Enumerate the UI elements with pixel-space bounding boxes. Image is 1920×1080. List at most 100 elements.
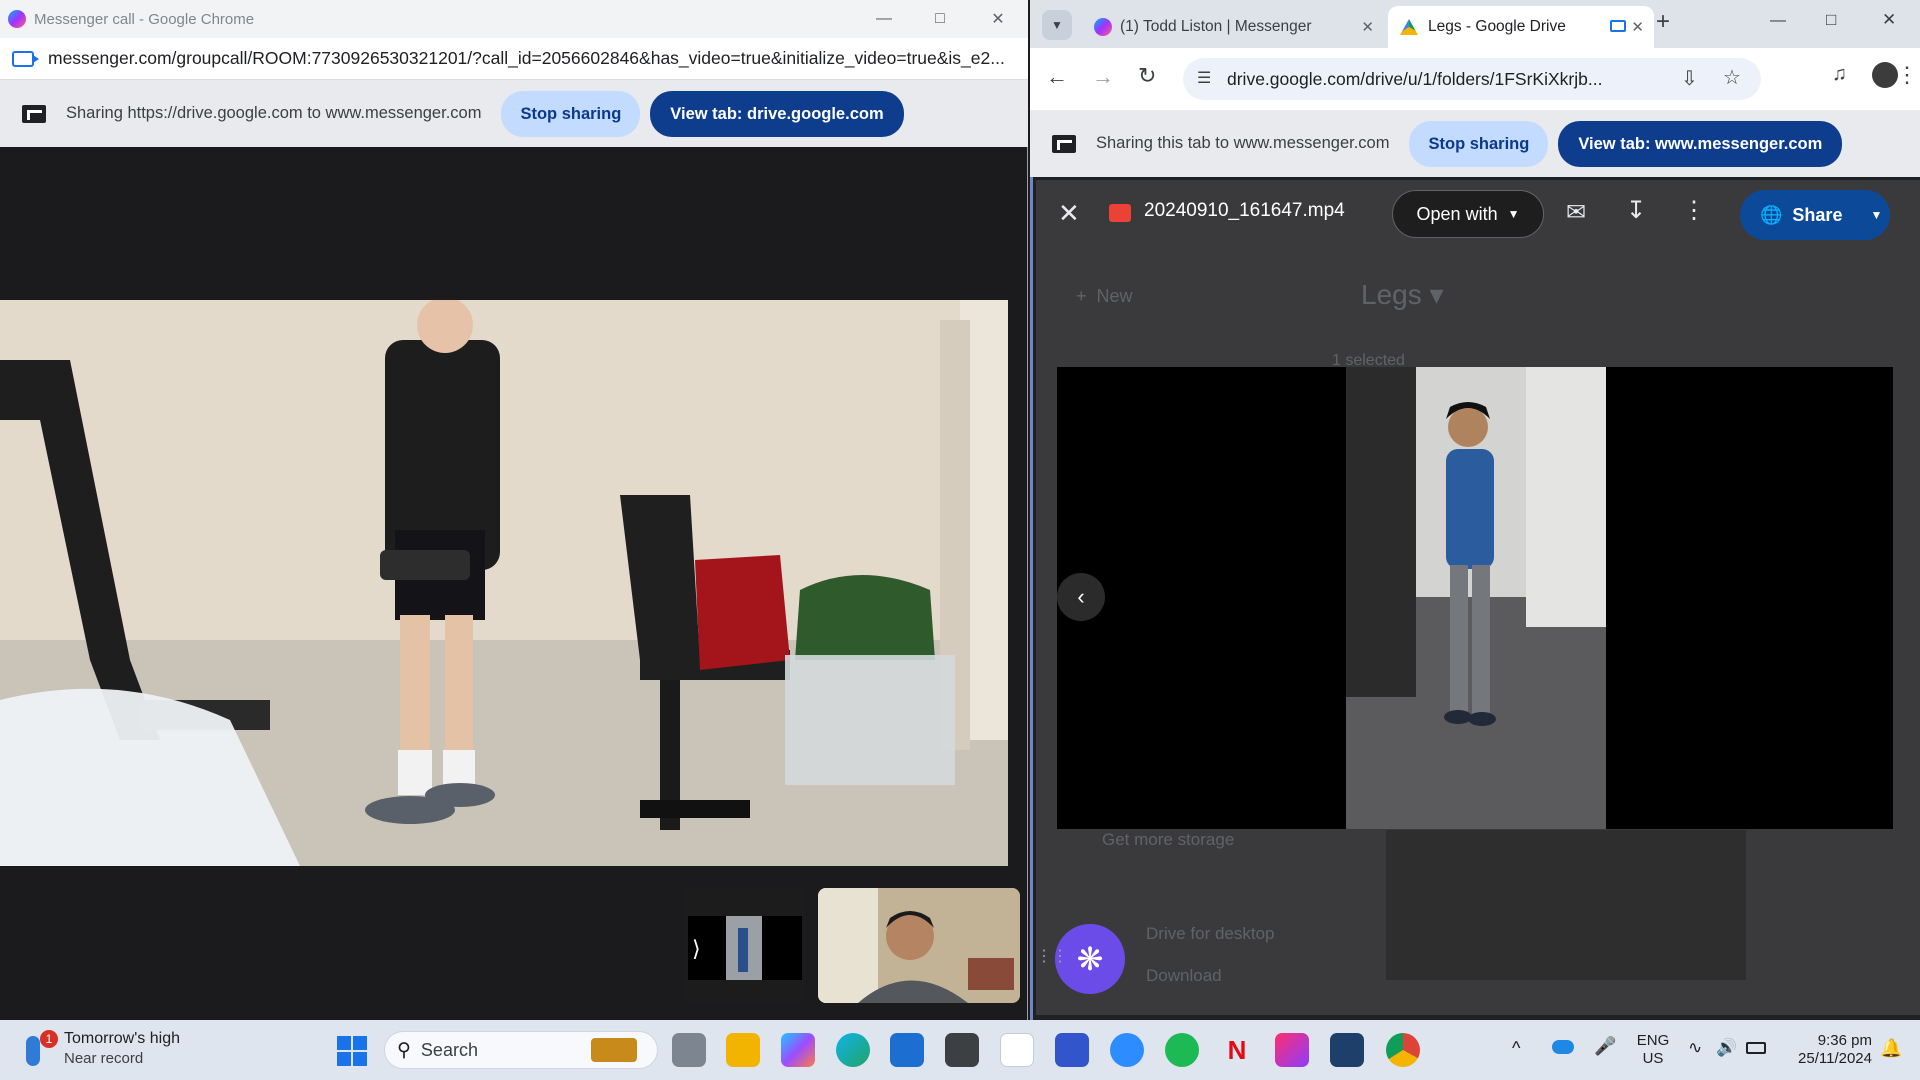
share-button[interactable]: 🌐 Share ▼ — [1740, 190, 1890, 240]
clock-time: 9:36 pm — [1817, 1032, 1872, 1049]
site-info-icon[interactable]: ☰ — [1197, 68, 1211, 88]
tab-sharing-icon — [1610, 20, 1626, 32]
messenger-icon — [8, 10, 26, 28]
messenger-tab-icon — [1094, 18, 1112, 36]
clock[interactable]: 9:36 pm 25/11/2024 — [1776, 1032, 1872, 1068]
right-url-text: drive.google.com/drive/u/1/folders/1FSrK… — [1227, 68, 1603, 89]
spotify-icon[interactable] — [1165, 1033, 1199, 1067]
left-title-bar[interactable]: Messenger call - Google Chrome — □ ✕ — [0, 0, 1028, 38]
left-window-title: Messenger call - Google Chrome — [34, 10, 255, 28]
menu-icon[interactable]: ⋮ — [1896, 62, 1918, 88]
close-preview-icon[interactable]: ✕ — [1058, 198, 1080, 229]
netflix-icon[interactable]: N — [1220, 1033, 1254, 1067]
start-button[interactable] — [337, 1036, 367, 1066]
tab-legs-close-icon[interactable]: ✕ — [1631, 18, 1644, 36]
thumbnail-dimmed — [1386, 830, 1746, 980]
close-icon[interactable]: ✕ — [970, 0, 1026, 38]
video-file-icon — [1109, 204, 1131, 222]
media-controls-icon[interactable]: ♫ — [1832, 63, 1847, 86]
right-view-tab-button[interactable]: View tab: www.messenger.com — [1558, 120, 1843, 167]
thermometer-icon — [26, 1036, 40, 1066]
battery-icon[interactable] — [1746, 1042, 1766, 1054]
close-icon[interactable]: ✕ — [1882, 10, 1896, 30]
tray-overflow-icon[interactable]: ^ — [1512, 1038, 1520, 1059]
chrome-icon[interactable] — [1386, 1033, 1420, 1067]
download-dimmed: Download — [1146, 966, 1222, 985]
chevron-left-icon: ‹ — [1077, 584, 1085, 609]
minimize-icon[interactable]: — — [1770, 12, 1786, 30]
tab-messenger-close-icon[interactable]: ✕ — [1361, 18, 1374, 36]
copilot-icon[interactable] — [781, 1033, 815, 1067]
shared-screen-thumbnail[interactable]: ⟩ — [684, 888, 806, 1003]
notes-app-icon[interactable] — [1055, 1033, 1089, 1067]
weather-subtitle: Near record — [64, 1050, 144, 1067]
left-address-bar[interactable]: messenger.com/groupcall/ROOM:77309265303… — [0, 38, 1028, 80]
bookmark-star-icon[interactable]: ☆ — [1723, 65, 1741, 90]
left-view-tab-button[interactable]: View tab: drive.google.com — [650, 90, 904, 137]
weather-badge: 1 — [40, 1030, 58, 1048]
volume-icon[interactable]: 🔊 — [1716, 1038, 1737, 1058]
self-video-thumbnail[interactable] — [818, 888, 1020, 1003]
microphone-icon[interactable]: 🎤 — [1594, 1036, 1616, 1057]
wifi-icon[interactable]: ∿ — [1688, 1038, 1702, 1058]
tab-messenger[interactable]: (1) Todd Liston | Messenger ✕ — [1082, 6, 1384, 48]
tab-legs-drive-label: Legs - Google Drive — [1428, 18, 1566, 35]
left-sharing-text: Sharing https://drive.google.com to www.… — [66, 104, 482, 122]
reload-icon[interactable]: ↻ — [1138, 63, 1156, 89]
settings-app-icon[interactable] — [945, 1033, 979, 1067]
windows-logo-tile — [337, 1052, 351, 1066]
zoom-icon[interactable] — [1110, 1033, 1144, 1067]
open-with-label: Open with — [1416, 203, 1498, 224]
weather-widget[interactable]: 1 — [26, 1030, 58, 1070]
store-icon[interactable] — [1000, 1033, 1034, 1067]
globe-icon: 🌐 — [1760, 204, 1783, 225]
task-view-icon[interactable] — [672, 1033, 706, 1067]
left-stop-sharing-button[interactable]: Stop sharing — [501, 90, 641, 137]
previous-file-button[interactable]: ‹ — [1057, 573, 1105, 621]
tab-search-icon[interactable]: ▼ — [1042, 10, 1072, 40]
drag-handle-icon[interactable]: ⋮⋮ — [1036, 946, 1068, 966]
taskbar-search[interactable]: ⚲ Search — [384, 1031, 658, 1069]
back-icon[interactable]: ← — [1046, 64, 1068, 90]
remote-video-feed — [0, 300, 1008, 866]
new-tab-button[interactable]: + — [1656, 8, 1670, 36]
video-frame-scene — [1346, 367, 1606, 829]
left-url-text: messenger.com/groupcall/ROOM:77309265303… — [48, 48, 1005, 68]
more-options-icon[interactable]: ⋮ — [1682, 196, 1706, 225]
notification-bell-icon[interactable]: 🔔 — [1880, 1038, 1902, 1059]
install-icon[interactable]: ⇩ — [1681, 66, 1698, 91]
language-indicator[interactable]: ENG US — [1630, 1032, 1676, 1068]
onedrive-icon[interactable] — [1552, 1040, 1574, 1054]
right-stop-sharing-button[interactable]: Stop sharing — [1409, 120, 1549, 167]
self-video-preview — [818, 888, 1020, 1003]
profile-avatar[interactable] — [1872, 62, 1898, 88]
drive-desktop-dimmed: Drive for desktop — [1146, 924, 1275, 943]
video-frame[interactable] — [1346, 367, 1606, 829]
right-address-bar[interactable]: ☰ drive.google.com/drive/u/1/folders/1FS… — [1183, 58, 1761, 100]
edge-icon[interactable] — [836, 1033, 870, 1067]
right-sharing-text: Sharing this tab to www.messenger.com — [1096, 134, 1390, 152]
add-comment-icon[interactable]: ✉ — [1566, 198, 1586, 227]
google-drive-icon — [1400, 19, 1418, 35]
maximize-icon[interactable]: □ — [1826, 10, 1836, 30]
share-dropdown-icon[interactable]: ▼ — [1870, 208, 1882, 222]
forward-icon[interactable]: → — [1092, 64, 1114, 90]
search-icon: ⚲ — [397, 1039, 411, 1061]
clock-date: 25/11/2024 — [1798, 1050, 1872, 1067]
tab-legs-drive[interactable]: Legs - Google Drive ✕ — [1388, 6, 1654, 48]
app-icon[interactable] — [1330, 1033, 1364, 1067]
open-with-button[interactable]: Open with ▼ — [1392, 190, 1544, 238]
file-explorer-icon[interactable] — [726, 1033, 760, 1067]
folder-title-dimmed: Legs ▾ — [1361, 279, 1444, 310]
shared-screen-preview: ⟩ — [684, 888, 806, 1003]
search-highlight-icon — [591, 1038, 637, 1062]
creative-cloud-icon[interactable] — [1275, 1033, 1309, 1067]
svg-text:⟩: ⟩ — [692, 937, 701, 962]
weather-title: Tomorrow's high — [64, 1030, 180, 1047]
open-with-chevron-icon: ▼ — [1507, 207, 1520, 221]
minimize-icon[interactable]: — — [856, 0, 912, 38]
download-icon[interactable]: ↧ — [1626, 196, 1646, 225]
file-name: 20240910_161647.mp4 — [1144, 200, 1345, 221]
calendar-icon[interactable] — [890, 1033, 924, 1067]
maximize-icon[interactable]: □ — [912, 0, 968, 38]
